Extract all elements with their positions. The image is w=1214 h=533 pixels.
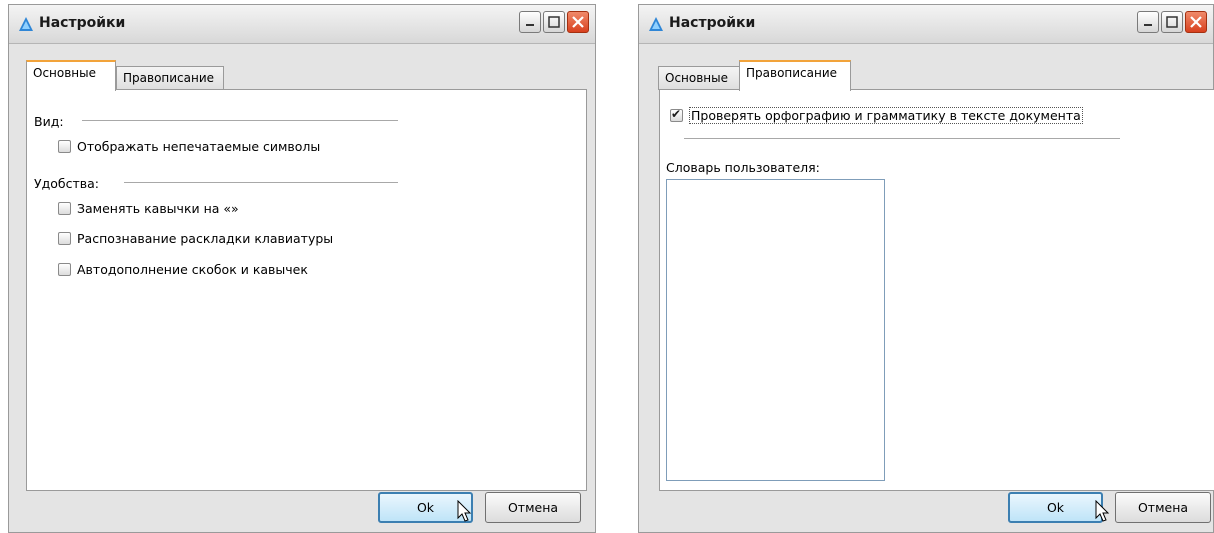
separator bbox=[684, 138, 1120, 139]
tab-spelling[interactable]: Правописание bbox=[739, 60, 851, 91]
option-label: Автодополнение скобок и кавычек bbox=[77, 262, 308, 277]
checkbox[interactable] bbox=[58, 263, 71, 276]
close-button[interactable] bbox=[1185, 11, 1207, 33]
option-label: Проверять орфографию и грамматику в текс… bbox=[689, 107, 1083, 124]
cancel-button[interactable]: Отмена bbox=[1115, 492, 1211, 523]
ok-button[interactable]: Ok bbox=[1008, 492, 1103, 523]
user-dictionary-list[interactable] bbox=[666, 179, 885, 481]
tab-spelling[interactable]: Правописание bbox=[116, 66, 224, 90]
checkbox-checked[interactable] bbox=[670, 107, 683, 122]
maximize-button[interactable] bbox=[1161, 11, 1183, 33]
group-label-view: Вид: bbox=[34, 114, 64, 129]
close-icon bbox=[1190, 16, 1202, 28]
option-autocomplete-brackets[interactable]: Автодополнение скобок и кавычек bbox=[58, 262, 308, 277]
close-icon bbox=[572, 16, 584, 28]
group-label-conveniences: Удобства: bbox=[34, 176, 100, 191]
minimize-button[interactable] bbox=[519, 11, 541, 33]
checkbox[interactable] bbox=[58, 202, 71, 215]
cancel-button[interactable]: Отмена bbox=[485, 492, 581, 523]
option-replace-quotes[interactable]: Заменять кавычки на «» bbox=[58, 201, 239, 216]
maximize-icon bbox=[1166, 16, 1178, 28]
window-title: Настройки bbox=[39, 15, 126, 31]
close-button[interactable] bbox=[567, 11, 589, 33]
option-spellcheck[interactable]: Проверять орфографию и грамматику в текс… bbox=[670, 107, 1083, 124]
separator bbox=[124, 182, 398, 183]
tab-general[interactable]: Основные bbox=[658, 66, 740, 90]
settings-window-spelling: Настройки Основные Правописание Проверят… bbox=[638, 4, 1214, 533]
title-bar[interactable]: Настройки bbox=[639, 5, 1213, 44]
mouse-pointer-icon bbox=[1095, 500, 1110, 522]
option-layout-detection[interactable]: Распознавание раскладки клавиатуры bbox=[58, 231, 333, 246]
minimize-button[interactable] bbox=[1137, 11, 1159, 33]
settings-window-general: Настройки Основные Правописание Вид: Ото… bbox=[8, 4, 596, 533]
minimize-icon bbox=[526, 24, 534, 26]
window-title: Настройки bbox=[669, 15, 756, 31]
tab-general[interactable]: Основные bbox=[26, 60, 116, 91]
tab-panel-general: Вид: Отображать непечатаемые символы Удо… bbox=[26, 89, 587, 491]
maximize-icon bbox=[548, 16, 560, 28]
maximize-button[interactable] bbox=[543, 11, 565, 33]
minimize-icon bbox=[1144, 24, 1152, 26]
separator bbox=[82, 120, 398, 121]
option-label: Заменять кавычки на «» bbox=[77, 201, 239, 216]
tab-panel-spelling: Проверять орфографию и грамматику в текс… bbox=[659, 89, 1214, 491]
mouse-pointer-icon bbox=[457, 500, 472, 522]
option-show-nonprinting[interactable]: Отображать непечатаемые символы bbox=[58, 139, 320, 154]
user-dictionary-label: Словарь пользователя: bbox=[666, 160, 820, 175]
option-label: Отображать непечатаемые символы bbox=[77, 139, 321, 154]
checkbox[interactable] bbox=[58, 140, 71, 153]
app-logo-icon bbox=[19, 17, 33, 31]
option-label: Распознавание раскладки клавиатуры bbox=[77, 231, 334, 246]
checkbox[interactable] bbox=[58, 232, 71, 245]
title-bar[interactable]: Настройки bbox=[9, 5, 595, 44]
app-logo-icon bbox=[649, 17, 663, 31]
